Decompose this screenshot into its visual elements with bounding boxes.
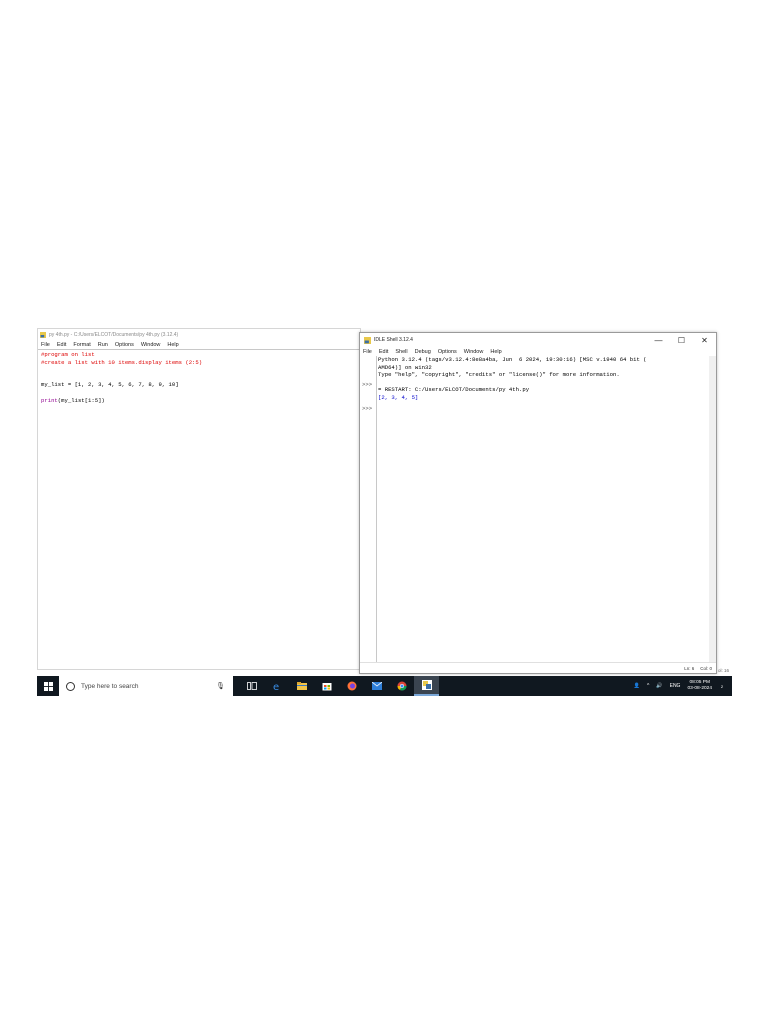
windows-logo-icon: [43, 681, 53, 691]
edge-browser-icon[interactable]: e: [264, 676, 289, 696]
editor-menu-edit[interactable]: Edit: [57, 342, 66, 348]
editor-text-area[interactable]: #program on list #create a list with 10 …: [38, 349, 360, 669]
shell-banner-line: AMD64)] on win32: [378, 363, 432, 371]
file-explorer-icon[interactable]: [289, 676, 314, 696]
svg-text:e: e: [273, 682, 279, 691]
shell-window[interactable]: IDLE Shell 3.12.4 — ☐ ✕ File Edit Shell …: [359, 332, 717, 674]
search-placeholder: Type here to search: [81, 682, 139, 690]
shell-prompt: >>>: [362, 405, 373, 412]
notification-center-icon[interactable]: 2: [718, 676, 732, 696]
status-line: Ln: 6: [684, 665, 695, 671]
shell-menu-debug[interactable]: Debug: [415, 349, 431, 355]
editor-menu-options[interactable]: Options: [115, 342, 134, 348]
taskbar-search-box[interactable]: Type here to search 🎙: [59, 676, 233, 696]
store-icon[interactable]: [314, 676, 339, 696]
window-controls: — ☐ ✕: [647, 333, 716, 347]
desktop: py 4th.py - C:/Users/ELCOT/Documents/py …: [37, 328, 732, 696]
shell-menu-shell[interactable]: Shell: [395, 349, 407, 355]
clock[interactable]: 08:05 PM 03-08-2024: [687, 680, 712, 693]
editor-menu-window[interactable]: Window: [141, 342, 161, 348]
clock-date: 03-08-2024: [687, 686, 712, 691]
shell-menubar: File Edit Shell Debug Options Window Hel…: [360, 347, 716, 356]
shell-title: IDLE Shell 3.12.4: [374, 337, 413, 343]
shell-menu-window[interactable]: Window: [464, 349, 484, 355]
firefox-icon[interactable]: [339, 676, 364, 696]
chevron-up-icon[interactable]: ^: [647, 683, 649, 689]
status-col: Col: 0: [700, 665, 712, 671]
shell-prompt: >>>: [362, 381, 373, 388]
code-line: my_list = [1, 2, 3, 4, 5, 6, 7, 8, 9, 10…: [41, 381, 179, 389]
chrome-icon[interactable]: [389, 676, 414, 696]
editor-title: py 4th.py - C:/Users/ELCOT/Documents/py …: [49, 331, 179, 338]
code-builtin: print: [41, 396, 58, 404]
shell-result-line: [2, 3, 4, 5]: [378, 393, 419, 401]
background-status-fragment: ol: 16: [718, 668, 730, 673]
maximize-icon[interactable]: ☐: [670, 333, 693, 347]
editor-menu-format[interactable]: Format: [73, 342, 90, 348]
shell-menu-options[interactable]: Options: [438, 349, 457, 355]
idle-app-icon: [364, 336, 371, 344]
notification-count: 2: [720, 683, 724, 689]
language-indicator[interactable]: ENG: [670, 683, 681, 689]
volume-icon[interactable]: 🔊: [656, 683, 662, 689]
editor-menu-file[interactable]: File: [41, 342, 50, 348]
editor-window[interactable]: py 4th.py - C:/Users/ELCOT/Documents/py …: [37, 328, 361, 670]
vertical-scrollbar[interactable]: [709, 356, 716, 663]
idle-taskbar-icon[interactable]: [414, 676, 439, 696]
shell-output-area[interactable]: Python 3.12.4 (tags/v3.12.4:8e8a4ba, Jun…: [378, 356, 708, 663]
shell-restart-line: = RESTART: C:/Users/ELCOT/Documents/py 4…: [378, 386, 530, 394]
editor-menu-run[interactable]: Run: [98, 342, 108, 348]
microphone-icon[interactable]: 🎙: [216, 682, 225, 690]
shell-banner-line: Python 3.12.4 (tags/v3.12.4:8e8a4ba, Jun…: [378, 356, 647, 363]
minimize-icon[interactable]: —: [647, 333, 670, 347]
system-tray: 👤 ^ 🔊 ENG 08:05 PM 03-08-2024 2: [634, 676, 732, 696]
start-button[interactable]: [37, 676, 59, 696]
code-line: #create a list with 10 items.display ite…: [41, 358, 203, 366]
taskbar-pinned-apps: e: [239, 676, 439, 696]
code-line: #program on list: [41, 351, 95, 358]
cortana-icon: [66, 681, 75, 691]
editor-menu-help[interactable]: Help: [167, 342, 178, 348]
idle-app-icon: [40, 331, 46, 338]
task-view-icon[interactable]: [239, 676, 264, 696]
shell-menu-file[interactable]: File: [363, 349, 372, 355]
taskbar: Type here to search 🎙 e 👤 ^ 🔊 ENG 08:05 …: [37, 676, 732, 696]
shell-menu-edit[interactable]: Edit: [379, 349, 388, 355]
close-icon[interactable]: ✕: [693, 333, 716, 347]
people-icon[interactable]: 👤: [634, 683, 640, 689]
shell-menu-help[interactable]: Help: [490, 349, 501, 355]
editor-menubar: File Edit Format Run Options Window Help: [38, 340, 360, 349]
shell-prompt-gutter: >>> >>>: [360, 356, 377, 663]
code-line: (my_list[1:5]): [57, 396, 105, 404]
mail-icon[interactable]: [364, 676, 389, 696]
shell-titlebar[interactable]: IDLE Shell 3.12.4 — ☐ ✕: [360, 333, 716, 347]
editor-titlebar[interactable]: py 4th.py - C:/Users/ELCOT/Documents/py …: [38, 329, 360, 340]
shell-statusbar: Ln: 6 Col: 0: [360, 662, 716, 673]
shell-banner-line: Type "help", "copyright", "credits" or "…: [378, 371, 620, 379]
